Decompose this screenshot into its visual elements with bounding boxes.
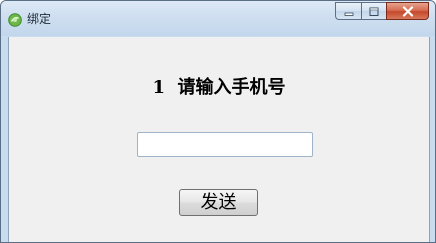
close-button[interactable] (386, 2, 429, 20)
window-title: 绑定 (27, 12, 52, 26)
window-controls (335, 2, 429, 22)
phone-number-input[interactable] (137, 132, 313, 157)
minimize-icon (344, 2, 354, 21)
window-client-area: 1 请输入手机号 发送 (8, 37, 430, 242)
app-window: 绑定 1 请输入手机号 发送 (0, 0, 436, 243)
maximize-icon (369, 2, 379, 21)
app-icon (8, 12, 22, 27)
minimize-button[interactable] (335, 2, 361, 20)
close-icon (402, 2, 414, 21)
title-bar[interactable]: 绑定 (1, 1, 435, 36)
maximize-button[interactable] (361, 2, 386, 20)
send-button[interactable]: 发送 (179, 189, 258, 216)
phone-prompt-label: 1 请输入手机号 (152, 77, 286, 98)
